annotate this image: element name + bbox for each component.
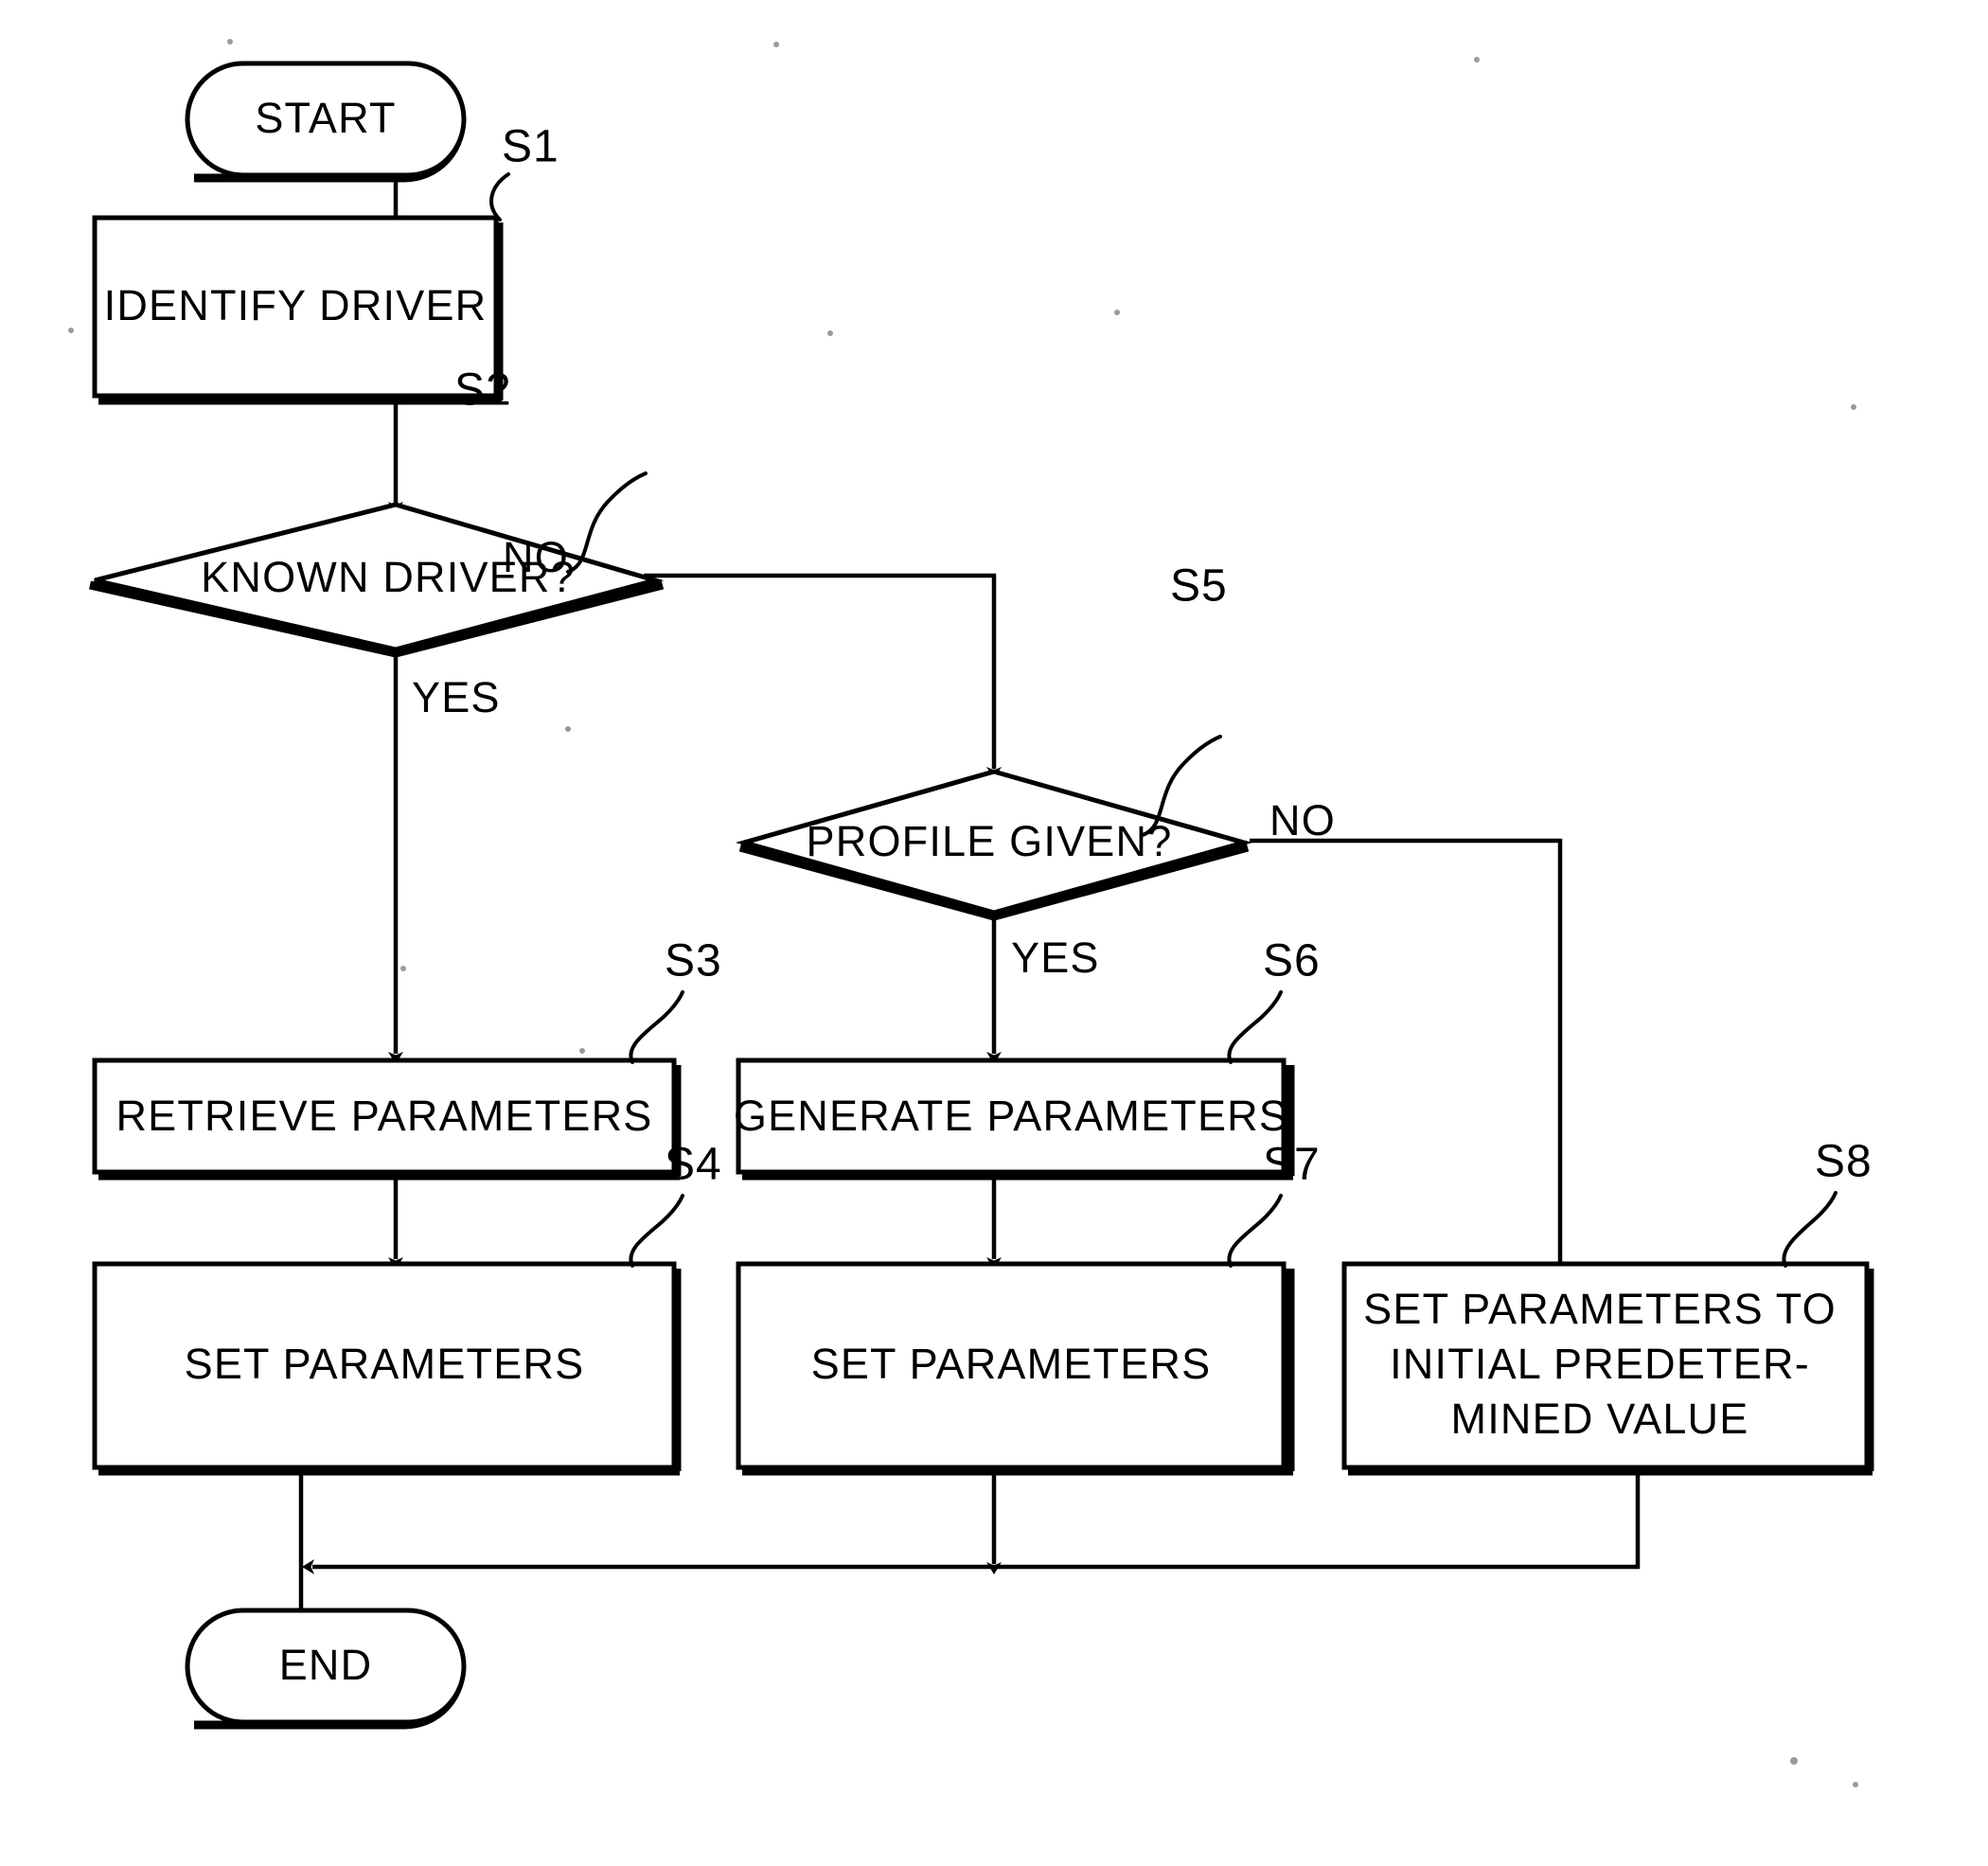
step-label-s8: S8 — [1815, 1137, 1873, 1187]
branch-label-known-yes: YES — [412, 673, 501, 721]
retrieve-parameters-label: RETRIEVE PARAMETERS — [115, 1092, 652, 1140]
identify-driver-label: IDENTIFY DRIVER — [104, 281, 488, 329]
set-parameters-initial-label-line2: INITIAL PREDETER- — [1390, 1340, 1810, 1388]
scan-speck — [579, 1048, 585, 1054]
scan-speck — [773, 42, 779, 47]
leader-s4 — [629, 1194, 684, 1268]
connector-known-no-to-profile — [644, 573, 1002, 779]
start-label: START — [255, 94, 396, 142]
node-retrieve-parameters: RETRIEVE PARAMETERS — [92, 1057, 682, 1181]
set-parameters-middle-label: SET PARAMETERS — [811, 1340, 1212, 1388]
leader-s3 — [629, 990, 684, 1064]
scan-speck — [400, 966, 406, 971]
scan-speck — [1851, 404, 1856, 410]
connector-initial-to-merge — [302, 1467, 1641, 1574]
flowchart-page: START IDENTIFY DRIVER S1 KNOWN DRIVER? S… — [0, 0, 1988, 1866]
scan-speck — [1790, 1757, 1798, 1765]
node-identify-driver: IDENTIFY DRIVER — [92, 215, 504, 405]
node-profile-given: PROFILE GIVEN? — [735, 769, 1253, 921]
set-parameters-initial-label-line3: MINED VALUE — [1451, 1395, 1749, 1443]
scan-speck — [827, 330, 833, 336]
set-parameters-initial-label-line1: SET PARAMETERS TO — [1363, 1285, 1837, 1333]
flowchart-canvas: START IDENTIFY DRIVER S1 KNOWN DRIVER? S… — [68, 39, 1874, 1787]
leader-s8 — [1782, 1191, 1837, 1268]
branch-label-profile-yes: YES — [1011, 933, 1100, 982]
leader-s6 — [1227, 990, 1283, 1064]
scan-speck — [227, 39, 233, 44]
node-end: END — [185, 1608, 467, 1730]
generate-parameters-label: GENERATE PARAMETERS — [734, 1092, 1288, 1140]
set-parameters-left-label: SET PARAMETERS — [185, 1340, 585, 1388]
node-generate-parameters: GENERATE PARAMETERS — [734, 1057, 1295, 1181]
scan-speck — [565, 726, 571, 732]
scan-speck — [1853, 1782, 1858, 1787]
profile-given-label: PROFILE GIVEN? — [807, 817, 1173, 865]
end-label: END — [279, 1641, 373, 1689]
step-label-s2: S2 — [454, 365, 512, 416]
connector-profile-no-to-initial — [1250, 838, 1568, 1277]
node-set-parameters-left: SET PARAMETERS — [92, 1261, 682, 1476]
branch-label-known-no: NO — [503, 533, 569, 581]
node-start: START — [185, 61, 467, 183]
step-label-s5: S5 — [1170, 561, 1228, 612]
node-known-driver: KNOWN DRIVER? — [89, 502, 665, 658]
branch-label-profile-no: NO — [1269, 796, 1336, 844]
scan-speck — [1114, 310, 1120, 315]
step-label-s7: S7 — [1263, 1140, 1321, 1190]
leader-s1 — [489, 172, 510, 222]
node-set-parameters-middle: SET PARAMETERS — [736, 1261, 1295, 1476]
scan-speck — [1474, 57, 1480, 62]
step-label-s3: S3 — [665, 936, 722, 986]
step-label-s4: S4 — [665, 1140, 722, 1190]
scan-speck — [68, 328, 74, 333]
leader-s7 — [1227, 1194, 1283, 1268]
step-label-s1: S1 — [502, 122, 559, 172]
node-set-parameters-initial: SET PARAMETERS TO INITIAL PREDETER- MINE… — [1341, 1261, 1874, 1476]
step-label-s6: S6 — [1263, 936, 1321, 986]
